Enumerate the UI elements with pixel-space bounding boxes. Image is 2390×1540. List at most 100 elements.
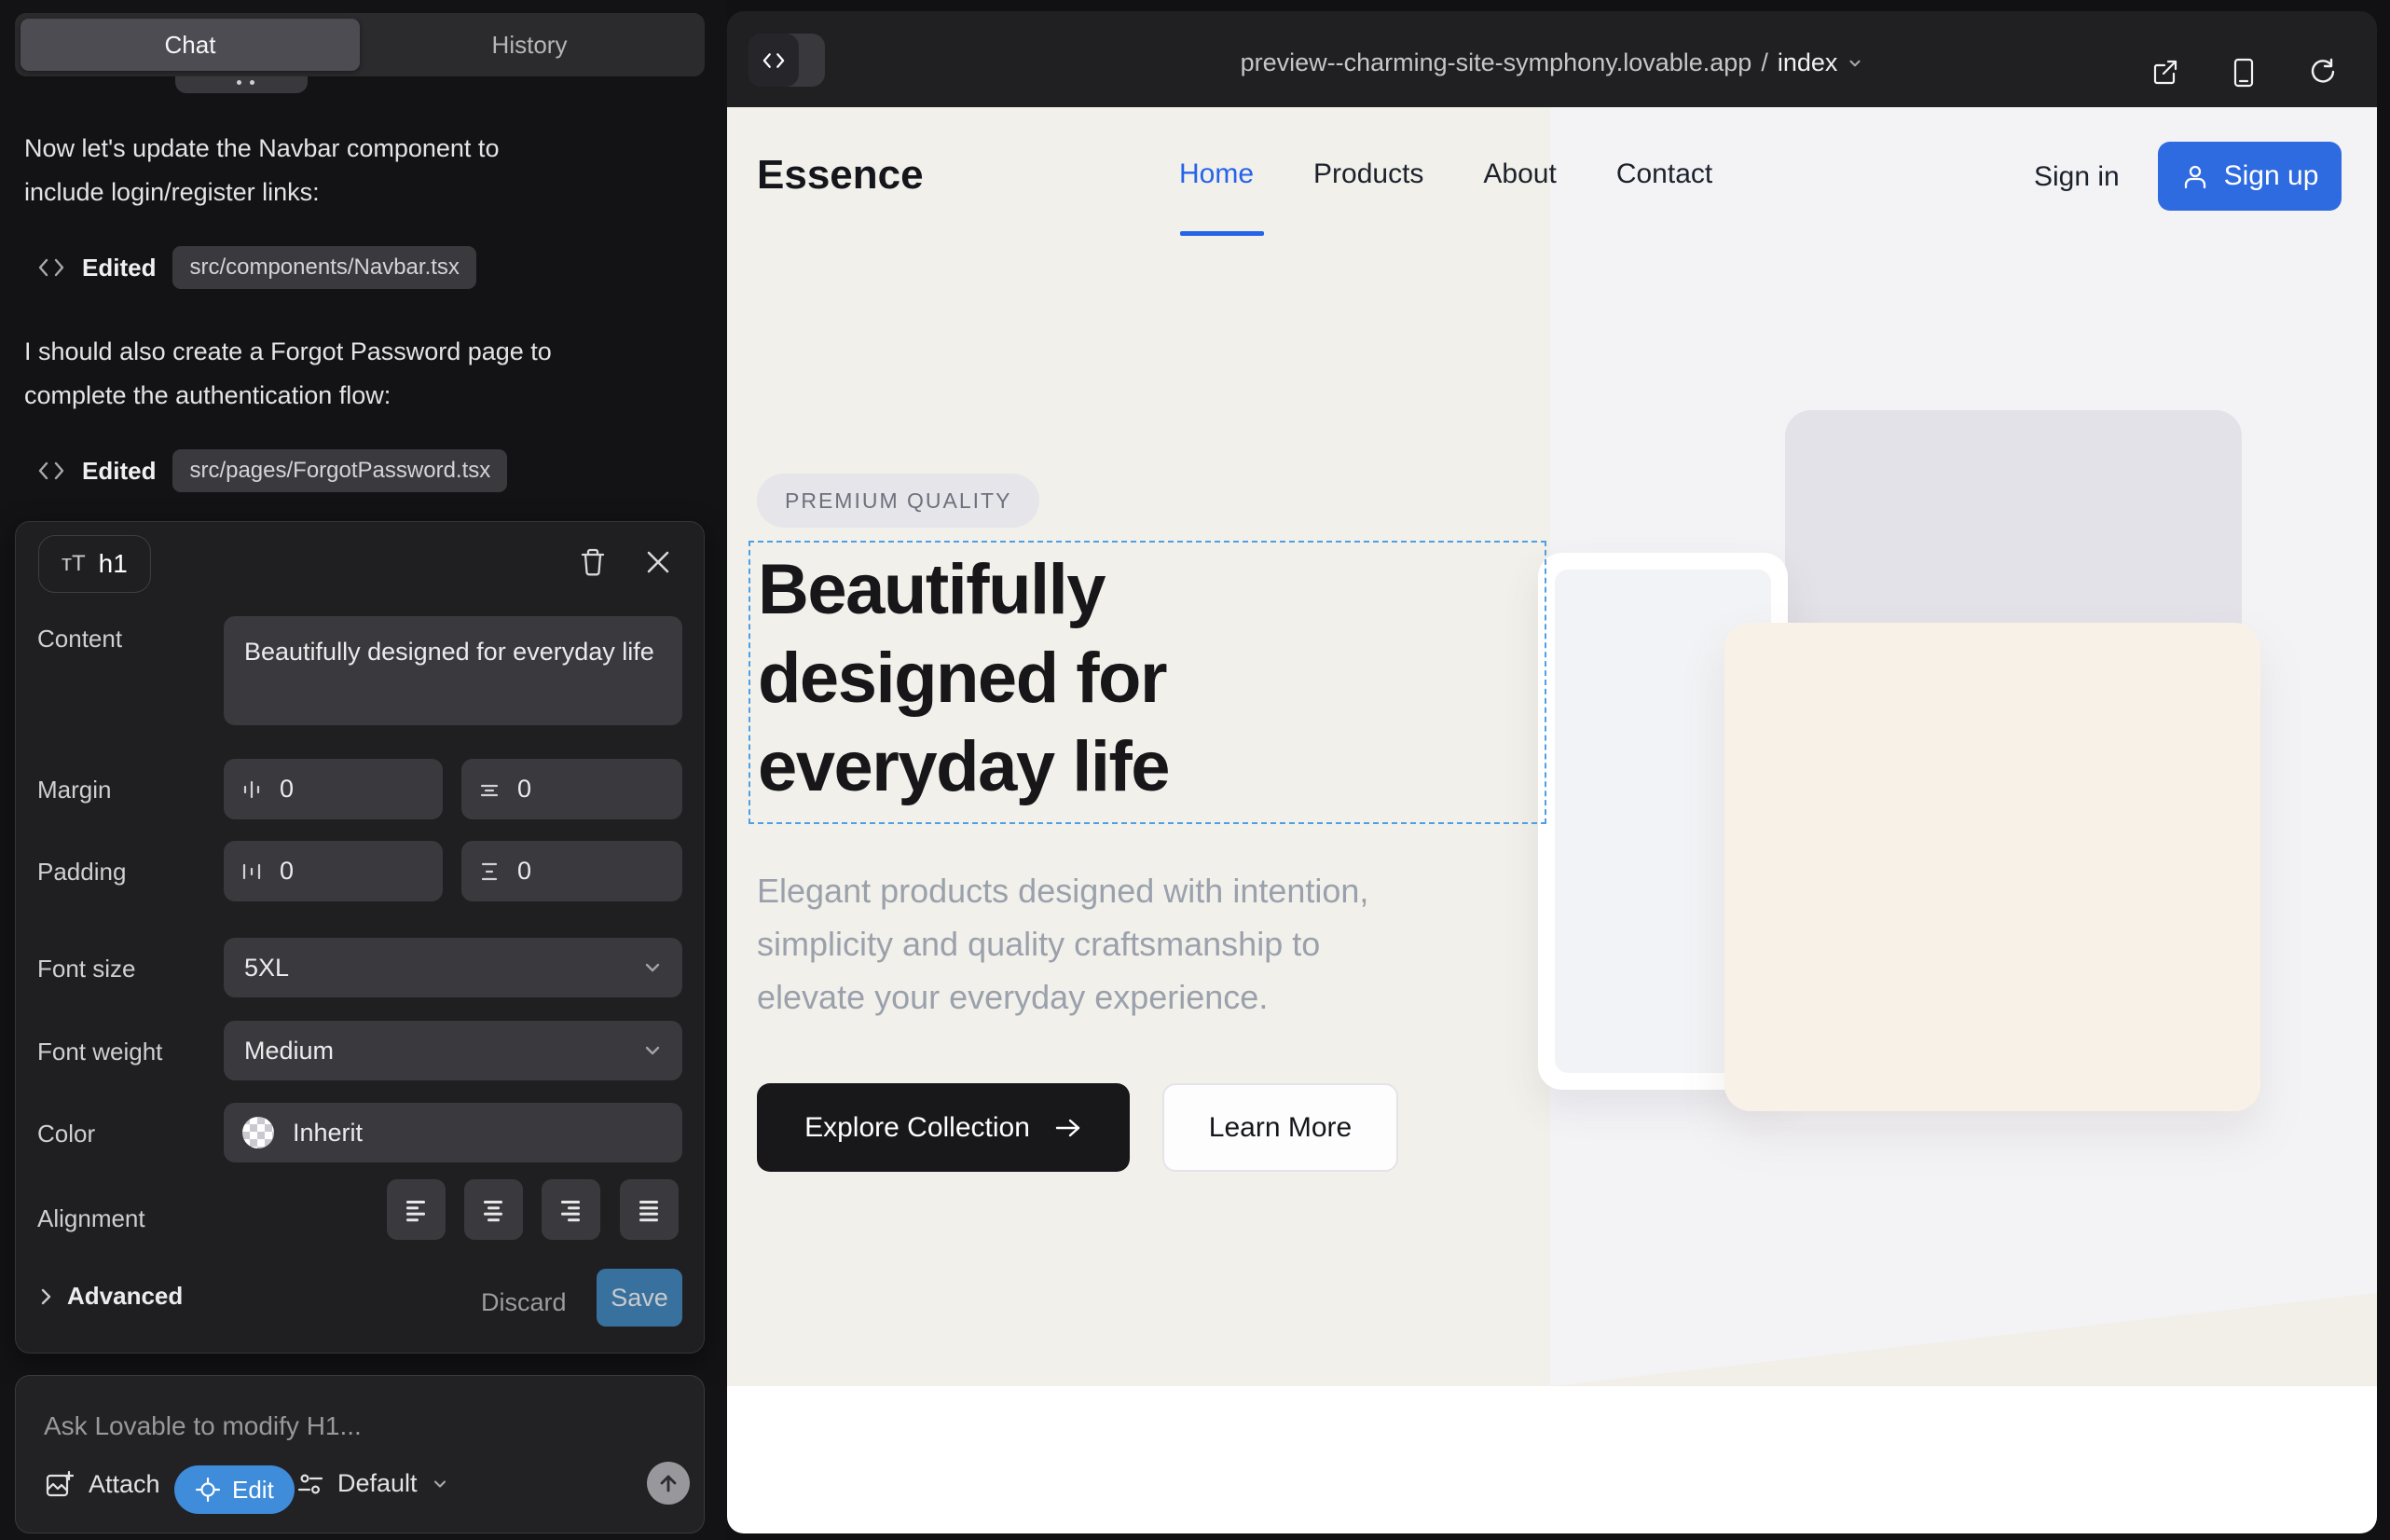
padding-x-value: 0 <box>280 857 294 886</box>
send-button[interactable] <box>647 1462 690 1505</box>
align-right-button[interactable] <box>542 1179 600 1240</box>
font-size-value: 5XL <box>244 954 289 983</box>
save-button[interactable]: Save <box>597 1269 682 1327</box>
font-weight-value: Medium <box>244 1037 334 1066</box>
advanced-toggle[interactable]: Advanced <box>37 1282 183 1311</box>
url-separator: / <box>1761 48 1768 77</box>
chevron-right-icon <box>37 1286 54 1307</box>
margin-label: Margin <box>37 776 111 804</box>
content-label: Content <box>37 625 122 653</box>
mode-selector[interactable]: Default <box>296 1469 449 1498</box>
align-left-button[interactable] <box>387 1179 446 1240</box>
font-size-label: Font size <box>37 955 136 983</box>
external-link-icon <box>2151 58 2179 86</box>
description-line: simplicity and quality craftsmanship to <box>757 917 1368 970</box>
chat-messages: Now let's update the Navbar component to… <box>24 127 703 533</box>
chevron-down-icon <box>641 1039 664 1062</box>
align-right-icon <box>558 1198 584 1222</box>
code-icon <box>37 255 65 280</box>
site-preview: Essence Home Products About Contact Sign… <box>727 107 2377 1533</box>
arrow-up-icon <box>657 1472 680 1494</box>
preview-panel: preview--charming-site-symphony.lovable.… <box>727 11 2377 1533</box>
padding-x-input[interactable]: 0 <box>224 841 443 901</box>
sliders-icon <box>296 1470 324 1498</box>
font-weight-select[interactable]: Medium <box>224 1021 682 1080</box>
align-justify-icon <box>637 1198 662 1222</box>
hero-section: PREMIUM QUALITY Beautifully designed for… <box>727 107 2377 1533</box>
chevron-down-icon <box>1847 55 1863 72</box>
chevron-down-icon <box>641 956 664 979</box>
element-tag-label: h1 <box>99 549 128 579</box>
padding-y-input[interactable]: 0 <box>461 841 682 901</box>
mobile-view-button[interactable] <box>2232 58 2256 88</box>
margin-y-input[interactable]: 0 <box>461 759 682 819</box>
margin-x-value: 0 <box>280 775 294 804</box>
advanced-label: Advanced <box>67 1282 183 1311</box>
typography-icon: тT <box>62 551 86 577</box>
sidebar-tabs: Chat History <box>15 13 705 76</box>
edited-label: Edited <box>82 254 156 282</box>
lovable-app: Chat History Now let's update the Navbar… <box>0 0 2390 1540</box>
learn-more-label: Learn More <box>1209 1112 1352 1144</box>
mobile-icon <box>2232 58 2256 88</box>
selected-element-tag[interactable]: тT h1 <box>38 535 151 593</box>
arrow-right-icon <box>1054 1117 1082 1139</box>
trash-icon <box>579 547 607 577</box>
color-label: Color <box>37 1120 95 1148</box>
align-justify-button[interactable] <box>620 1179 679 1240</box>
edited-label: Edited <box>82 457 156 486</box>
align-left-icon <box>404 1198 429 1222</box>
file-chip[interactable]: src/components/Navbar.tsx <box>172 246 475 289</box>
composer-input[interactable]: Ask Lovable to modify H1... <box>44 1411 362 1441</box>
edit-label: Edit <box>232 1476 274 1505</box>
content-input[interactable]: Beautifully designed for everyday life <box>224 616 682 725</box>
preview-page: index <box>1778 48 1838 77</box>
assistant-message: I should also create a Forgot Password p… <box>24 330 703 418</box>
assistant-message: Now let's update the Navbar component to… <box>24 127 703 214</box>
learn-more-button[interactable]: Learn More <box>1162 1083 1398 1172</box>
dot <box>237 80 241 85</box>
scrolled-message-pill <box>175 76 308 93</box>
edit-mode-button[interactable]: Edit <box>174 1465 295 1514</box>
preview-url-bar[interactable]: preview--charming-site-symphony.lovable.… <box>727 48 2377 77</box>
tab-chat[interactable]: Chat <box>21 19 360 71</box>
mode-label: Default <box>337 1469 418 1498</box>
edited-file-row: Edited src/pages/ForgotPassword.tsx <box>37 449 703 492</box>
open-in-new-tab-button[interactable] <box>2151 58 2179 88</box>
margin-y-value: 0 <box>517 775 531 804</box>
hero-heading[interactable]: Beautifully designed for everyday life <box>758 545 1169 811</box>
margin-x-input[interactable]: 0 <box>224 759 443 819</box>
chevron-down-icon <box>431 1475 449 1493</box>
padding-label: Padding <box>37 858 126 887</box>
preview-actions <box>2151 58 2336 88</box>
explore-collection-label: Explore Collection <box>804 1112 1030 1144</box>
preview-url: preview--charming-site-symphony.lovable.… <box>1241 48 1752 77</box>
attach-button[interactable]: Attach <box>44 1469 160 1499</box>
close-panel-button[interactable] <box>637 541 680 584</box>
discard-button[interactable]: Discard <box>481 1288 567 1317</box>
file-chip[interactable]: src/pages/ForgotPassword.tsx <box>172 449 507 492</box>
margin-horizontal-icon <box>240 778 263 801</box>
dot <box>250 80 254 85</box>
attach-image-icon <box>44 1469 74 1499</box>
chat-composer: Ask Lovable to modify H1... Attach Edit <box>15 1375 705 1533</box>
padding-vertical-icon <box>478 860 501 883</box>
hero-description: Elegant products designed with intention… <box>757 864 1368 1024</box>
explore-collection-button[interactable]: Explore Collection <box>757 1083 1130 1172</box>
refresh-button[interactable] <box>2308 58 2336 88</box>
alignment-label: Alignment <box>37 1204 145 1233</box>
align-center-button[interactable] <box>464 1179 523 1240</box>
font-size-select[interactable]: 5XL <box>224 938 682 997</box>
padding-horizontal-icon <box>240 860 263 883</box>
preview-header: preview--charming-site-symphony.lovable.… <box>727 11 2377 107</box>
target-icon <box>195 1477 221 1503</box>
delete-element-button[interactable] <box>571 541 614 584</box>
attach-label: Attach <box>89 1470 160 1499</box>
tab-history[interactable]: History <box>360 19 699 71</box>
font-weight-label: Font weight <box>37 1038 162 1066</box>
premium-quality-badge: PREMIUM QUALITY <box>757 474 1039 528</box>
color-select[interactable]: Inherit <box>224 1103 682 1162</box>
heading-line: designed for <box>758 634 1169 722</box>
padding-y-value: 0 <box>517 857 531 886</box>
chat-sidebar: Chat History Now let's update the Navbar… <box>0 0 727 1540</box>
